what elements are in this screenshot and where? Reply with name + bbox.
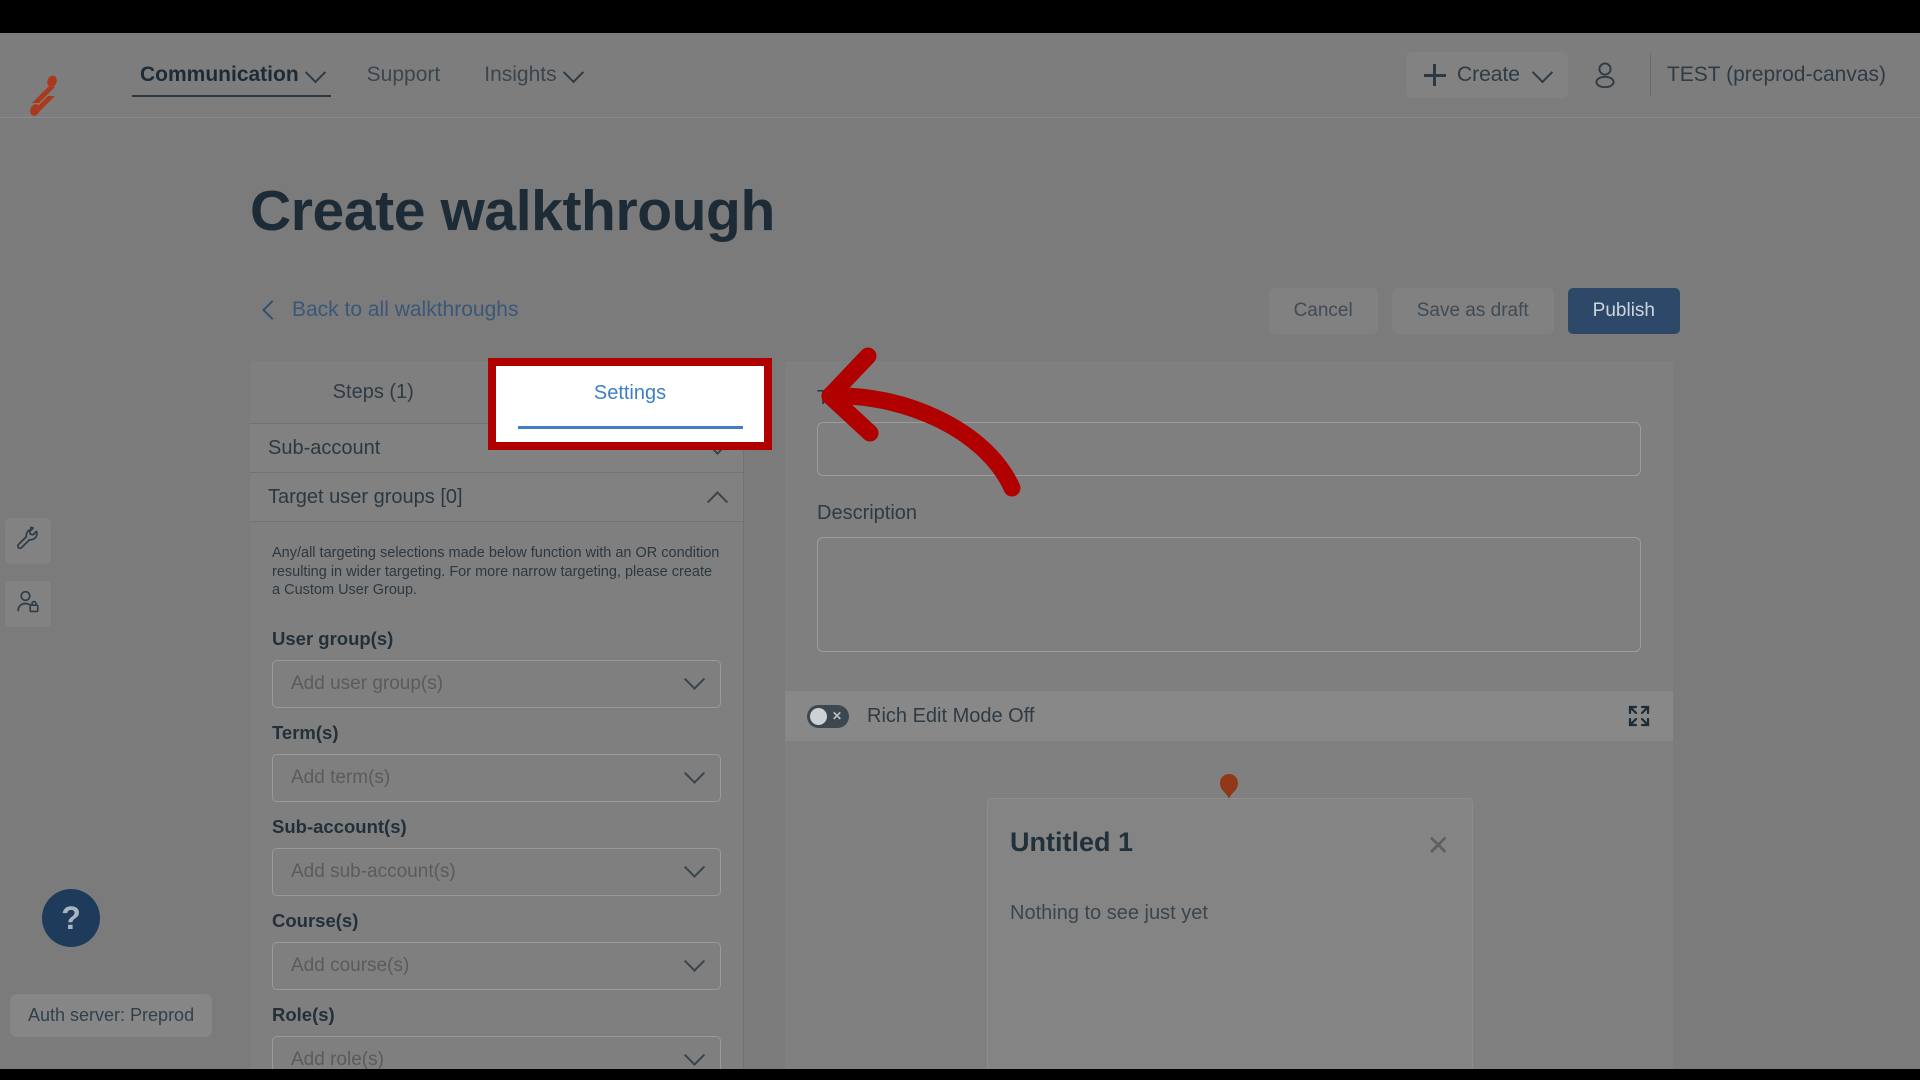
title-input[interactable] — [817, 422, 1641, 476]
field-roles: Role(s) Add role(s) — [250, 1004, 743, 1069]
beacon-marker-icon[interactable] — [1214, 771, 1244, 801]
preview-card-title: Untitled 1 — [1010, 827, 1134, 857]
tab-steps[interactable]: Steps (1) — [250, 361, 497, 423]
chevron-down-icon — [683, 668, 706, 691]
chevron-down-icon — [1531, 61, 1554, 83]
chevron-down-icon — [304, 61, 326, 83]
rich-edit-mode-bar: ✕ Rich Edit Mode Off — [785, 691, 1673, 741]
user-lock-icon — [15, 589, 41, 620]
field-label-user-groups: User group(s) — [272, 627, 394, 649]
settings-left-panel: Steps (1) Settings Sub-account Target us… — [250, 361, 744, 1069]
auth-server-pill: Auth server: Preprod — [10, 994, 213, 1037]
walkthrough-preview-area: Untitled 1 ✕ Nothing to see just yet — [785, 741, 1673, 1069]
nav-item-support[interactable]: Support — [345, 33, 463, 117]
chevron-up-icon — [706, 490, 729, 512]
nav-label-support: Support — [366, 63, 441, 86]
nav-divider — [1649, 53, 1651, 97]
targeting-note: Any/all targeting selections made below … — [272, 545, 720, 599]
field-terms: Term(s) Add term(s) — [250, 722, 743, 802]
expand-fullscreen-icon[interactable] — [1627, 704, 1651, 728]
accordion-sub-account-label: Sub-account — [268, 436, 381, 459]
courses-select-placeholder: Add course(s) — [291, 954, 410, 976]
rich-edit-mode-toggle[interactable]: ✕ — [807, 704, 849, 728]
create-button[interactable]: Create — [1405, 52, 1568, 98]
user-groups-select-placeholder: Add user group(s) — [291, 672, 444, 694]
terms-select[interactable]: Add term(s) — [272, 753, 721, 802]
settings-tab-highlight[interactable]: Settings — [488, 358, 772, 450]
chevron-down-icon — [683, 762, 706, 785]
page-action-buttons: Cancel Save as draft Publish — [1268, 288, 1680, 334]
courses-select[interactable]: Add course(s) — [272, 941, 721, 990]
chevron-down-icon — [683, 1044, 706, 1067]
sub-accounts-select[interactable]: Add sub-account(s) — [272, 847, 721, 896]
nav-item-insights[interactable]: Insights — [462, 33, 602, 117]
page-title: Create walkthrough — [250, 179, 775, 243]
brand-logo-icon[interactable] — [22, 73, 66, 117]
nav-right-cluster: Create TEST (preprod-canvas) — [1405, 33, 1920, 117]
toggle-x-glyph: ✕ — [831, 709, 842, 723]
description-input[interactable] — [817, 537, 1641, 652]
rich-edit-mode-label: Rich Edit Mode Off — [867, 704, 1035, 727]
user-groups-select[interactable]: Add user group(s) — [272, 659, 721, 708]
publish-button[interactable]: Publish — [1567, 288, 1680, 334]
description-field-label: Description — [817, 502, 918, 524]
accordion-target-user-groups[interactable]: Target user groups [0] — [250, 473, 743, 522]
question-mark-icon: ? — [61, 899, 81, 936]
tab-steps-label: Steps (1) — [332, 380, 414, 403]
field-label-courses: Course(s) — [272, 909, 359, 931]
close-icon[interactable]: ✕ — [1427, 832, 1450, 860]
account-name-label: TEST (preprod-canvas) — [1666, 63, 1886, 86]
field-courses: Course(s) Add course(s) — [250, 910, 743, 990]
field-sub-accounts: Sub-account(s) Add sub-account(s) — [250, 816, 743, 896]
walkthrough-editor-panel: Title Description ✕ Rich Edit Mode Off U… — [785, 361, 1673, 1069]
cancel-button[interactable]: Cancel — [1268, 288, 1378, 334]
person-icon[interactable] — [1576, 46, 1634, 104]
field-label-terms: Term(s) — [272, 721, 339, 743]
chevron-left-icon — [262, 300, 282, 320]
help-button[interactable]: ? — [42, 889, 100, 947]
chevron-down-icon — [683, 950, 706, 973]
plus-icon — [1423, 64, 1446, 86]
terms-select-placeholder: Add term(s) — [291, 766, 391, 788]
toggle-off-icon — [810, 707, 827, 725]
settings-tab-underline — [517, 425, 743, 429]
back-link-label: Back to all walkthroughs — [292, 298, 519, 321]
field-label-sub-accounts: Sub-account(s) — [272, 815, 407, 837]
preview-card: Untitled 1 ✕ Nothing to see just yet — [987, 798, 1473, 1069]
sub-accounts-select-placeholder: Add sub-account(s) — [291, 860, 456, 882]
accordion-target-user-groups-label: Target user groups [0] — [268, 485, 463, 508]
create-button-label: Create — [1456, 63, 1520, 86]
wrench-icon — [15, 526, 41, 557]
app-viewport: Communication Support Insights Create TE… — [0, 33, 1920, 1069]
nav-item-communication[interactable]: Communication — [118, 33, 345, 117]
field-label-roles: Role(s) — [272, 1003, 335, 1025]
field-user-groups: User group(s) Add user group(s) — [250, 628, 743, 708]
title-field-label: Title — [817, 387, 855, 409]
rail-item-tools[interactable] — [5, 518, 51, 564]
settings-tab-highlight-label: Settings — [593, 381, 667, 404]
primary-nav-links: Communication Support Insights — [118, 33, 603, 117]
screen-root: Communication Support Insights Create TE… — [0, 0, 1920, 1080]
roles-select-placeholder: Add role(s) — [291, 1048, 384, 1069]
chevron-down-icon — [562, 61, 584, 83]
roles-select[interactable]: Add role(s) — [272, 1035, 721, 1069]
back-to-all-walkthroughs-link[interactable]: Back to all walkthroughs — [262, 298, 519, 322]
preview-card-body: Nothing to see just yet — [1010, 902, 1208, 924]
nav-label-insights: Insights — [484, 63, 557, 86]
rail-item-masquerade[interactable] — [5, 581, 51, 627]
top-navigation-bar: Communication Support Insights Create TE… — [0, 33, 1920, 118]
nav-label-communication: Communication — [140, 63, 299, 86]
chevron-down-icon — [683, 856, 706, 879]
save-as-draft-button[interactable]: Save as draft — [1391, 288, 1554, 334]
